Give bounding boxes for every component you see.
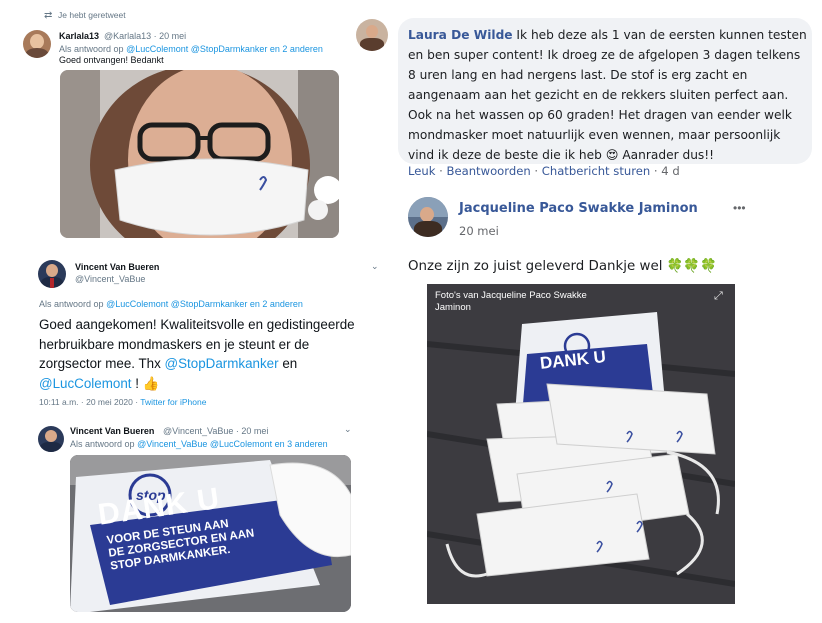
mention-link[interactable]: @StopDarmkanker [165,356,279,371]
comment-text: Laura De Wilde Ik heb deze als 1 van de … [408,28,807,162]
reply-mentions-link[interactable]: @LucColemont @StopDarmkanker en 2 andere… [126,44,323,54]
post-text: Onze zijn zo juist geleverd Dankje wel 🍀… [408,259,717,274]
avatar[interactable] [38,260,66,288]
author-name[interactable]: Vincent Van Bueren [75,262,159,272]
comment-author-link[interactable]: Laura De Wilde [408,28,513,42]
chevron-down-icon[interactable]: ⌄ [344,424,352,435]
post-author-link[interactable]: Jacqueline Paco Swakke Jaminon [459,201,698,216]
chevron-down-icon[interactable]: ⌄ [371,261,379,272]
more-options-icon[interactable]: ••• [733,201,746,215]
tweet-photo[interactable] [60,70,339,238]
avatar[interactable] [38,426,64,452]
comment-time[interactable]: 4 d [661,164,679,178]
author-name[interactable]: Karlala13 [59,31,99,41]
reply-context: Als antwoord op @Vincent_VaBue @LucColem… [70,439,328,449]
retweet-icon: ⇄ [44,10,53,21]
tweet-text: Goed aangekomen! Kwaliteitsvolle en gedi… [39,317,355,391]
handle-time[interactable]: @Karlala13 · 20 mei [104,31,186,41]
photo-caption: Foto's van Jacqueline Paco Swakke Jamino… [435,290,587,313]
comment-actions: Leuk · Beantwoorden · Chatbericht sturen… [408,164,680,178]
avatar[interactable] [23,30,51,58]
author-name[interactable]: Vincent Van Bueren [70,426,154,436]
comment-bubble: Laura De Wilde Ik heb deze als 1 van de … [398,18,812,164]
like-link[interactable]: Leuk [408,164,435,178]
reply-link[interactable]: Beantwoorden [447,164,531,178]
message-link[interactable]: Chatbericht sturen [542,164,650,178]
reply-mentions-link[interactable]: @LucColemont @StopDarmkanker en 2 andere… [106,299,303,309]
avatar[interactable] [408,197,448,237]
reply-context: Als antwoord op @LucColemont @StopDarmka… [39,299,303,309]
source-link[interactable]: Twitter for iPhone [140,397,206,407]
reply-mentions-link[interactable]: @Vincent_VaBue @LucColemont en 3 anderen [137,439,328,449]
tweet-text: Goed ontvangen! Bedankt [59,55,164,65]
reply-context: Als antwoord op @LucColemont @StopDarmka… [59,44,323,54]
mention-link[interactable]: @LucColemont [39,376,132,391]
post-date[interactable]: 20 mei [459,224,499,238]
heart-eyes-icon: 😍 [605,148,619,162]
tweet-photo[interactable]: stop DANK U VOOR DE STEUN AAN DE ZORGSEC… [70,455,351,612]
post-photo[interactable]: DANK U Foto's van Jacqueline Paco Swakke… [427,284,735,604]
avatar[interactable] [356,19,388,51]
author-handle[interactable]: @Vincent_VaBue [75,274,145,284]
clover-icon: 🍀🍀🍀 [666,259,717,274]
expand-icon[interactable]: ⤢ [714,290,723,303]
tweet-timestamp: 10:11 a.m. · 20 mei 2020 · Twitter for i… [39,397,207,407]
thumbs-up-icon: 👍 [142,375,160,391]
retweet-label: Je hebt geretweet [58,10,126,20]
handle-time[interactable]: @Vincent_VaBue · 20 mei [163,426,268,436]
